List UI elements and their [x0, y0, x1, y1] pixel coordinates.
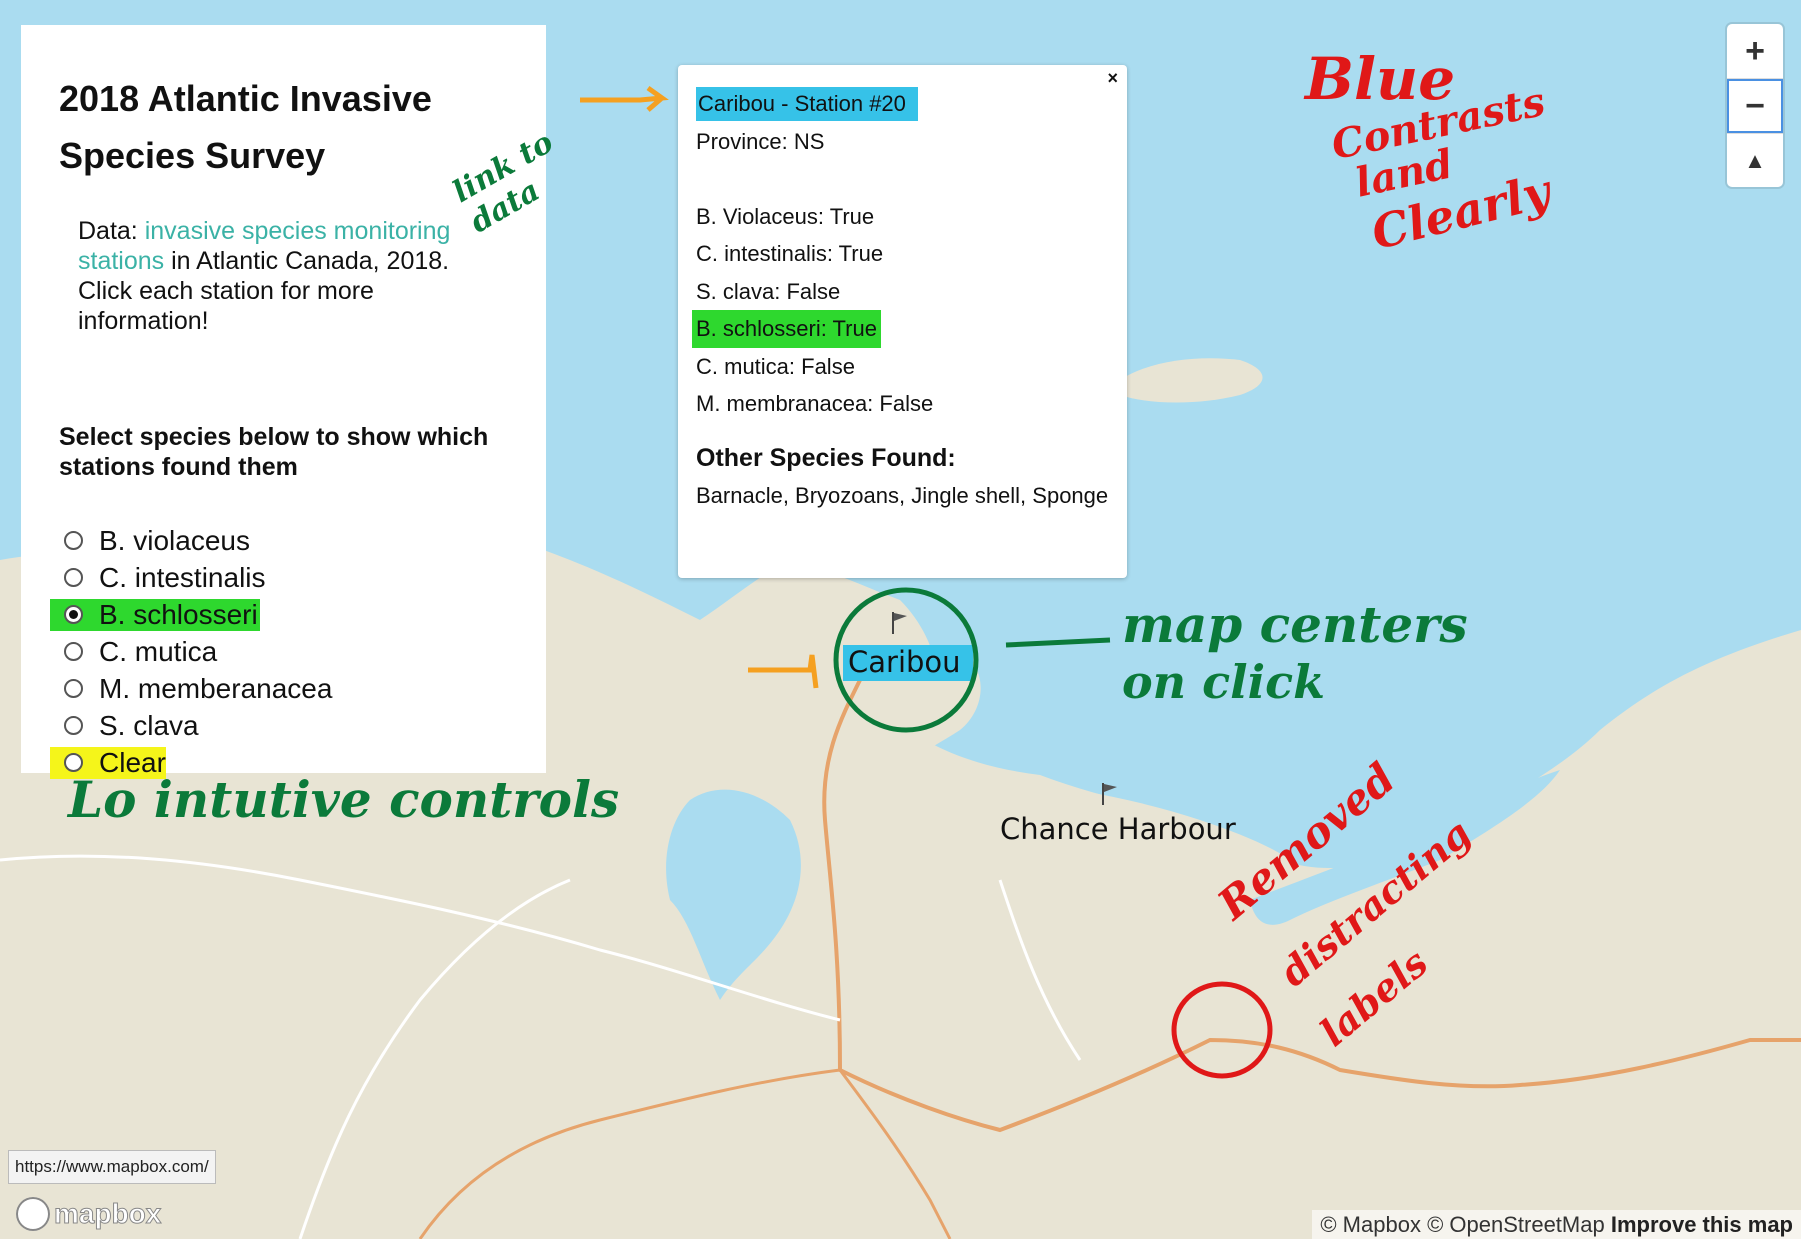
popup-other-species: Barnacle, Bryozoans, Jingle shell, Spong… — [696, 482, 1109, 508]
popup-species-row: M. membranacea: False — [696, 391, 934, 416]
attribution-osm-link[interactable]: © OpenStreetMap — [1427, 1212, 1605, 1237]
station-popup: × Caribou - Station #20 Province: NS B. … — [678, 65, 1127, 578]
radio-label: M. memberanacea — [99, 672, 333, 704]
popup-other-heading: Other Species Found: — [696, 443, 956, 472]
popup-province: Province: NS — [696, 128, 825, 154]
mapbox-logo-icon — [16, 1197, 50, 1231]
radio-option-m-memberanacea[interactable]: M. memberanacea — [64, 670, 508, 707]
popup-title: Caribou - Station #20 — [696, 87, 918, 121]
compass-button[interactable]: ▲ — [1727, 134, 1783, 188]
radio-button[interactable] — [64, 642, 83, 661]
radio-label: S. clava — [99, 709, 199, 741]
popup-close-button[interactable]: × — [1107, 68, 1118, 89]
popup-species-row-highlighted: B. schlosseri: True — [692, 310, 881, 348]
annotation-controls: Lo intutive controls — [68, 770, 620, 829]
radio-label: C. intestinalis — [99, 561, 266, 593]
radio-button[interactable] — [64, 679, 83, 698]
radio-button[interactable] — [64, 531, 83, 550]
species-radio-list: B. violaceus C. intestinalis B. schlosse… — [50, 522, 508, 781]
improve-map-link[interactable]: Improve this map — [1611, 1212, 1793, 1237]
compass-icon: ▲ — [1744, 148, 1766, 173]
mapbox-logo[interactable]: mapbox — [16, 1197, 162, 1231]
radio-label: B. schlosseri — [99, 598, 258, 630]
attribution-mapbox-link[interactable]: © Mapbox — [1320, 1212, 1421, 1237]
popup-species-row: B. Violaceus: True — [696, 203, 875, 229]
attribution: © Mapbox © OpenStreetMap Improve this ma… — [1312, 1210, 1801, 1239]
annotation-centers-1: map centers — [1122, 595, 1468, 654]
radio-label: B. violaceus — [99, 524, 250, 556]
radio-label: C. mutica — [99, 635, 218, 667]
data-prefix: Data: — [78, 217, 145, 245]
zoom-out-button[interactable]: − — [1727, 79, 1783, 134]
popup-species-row: C. intestinalis: True — [696, 241, 884, 266]
status-url: https://www.mapbox.com/ — [8, 1150, 216, 1184]
zoom-in-button[interactable]: + — [1727, 24, 1783, 79]
radio-option-c-mutica[interactable]: C. mutica — [64, 633, 508, 670]
radio-option-b-schlosseri[interactable]: B. schlosseri — [50, 596, 508, 633]
radio-button[interactable] — [64, 716, 83, 735]
popup-species-row: C. mutica: False — [696, 353, 855, 379]
mapbox-logo-text: mapbox — [53, 1198, 162, 1230]
place-label-caribou: Caribou — [848, 645, 961, 679]
legend-panel: 2018 Atlantic Invasive Species Survey Da… — [21, 25, 546, 779]
annotation-centers-2: on click — [1122, 655, 1325, 709]
radio-option-b-violaceus[interactable]: B. violaceus — [64, 522, 508, 559]
popup-species-row: S. clava: False — [696, 278, 841, 304]
radio-option-c-intestinalis[interactable]: C. intestinalis — [64, 559, 508, 596]
panel-title-line1: 2018 Atlantic Invasive — [59, 78, 432, 119]
radio-button[interactable] — [64, 605, 83, 624]
data-description: Data: invasive species monitoring statio… — [78, 216, 508, 336]
map-navigation-control: + − ▲ — [1727, 24, 1783, 187]
panel-title-line2: Species Survey — [59, 135, 326, 176]
radio-option-s-clava[interactable]: S. clava — [64, 707, 508, 744]
filter-heading: Select species below to show which stati… — [59, 423, 489, 481]
panel-title: 2018 Atlantic Invasive Species Survey — [59, 70, 508, 184]
radio-button[interactable] — [64, 568, 83, 587]
place-label-chance-harbour: Chance Harbour — [1000, 812, 1236, 846]
